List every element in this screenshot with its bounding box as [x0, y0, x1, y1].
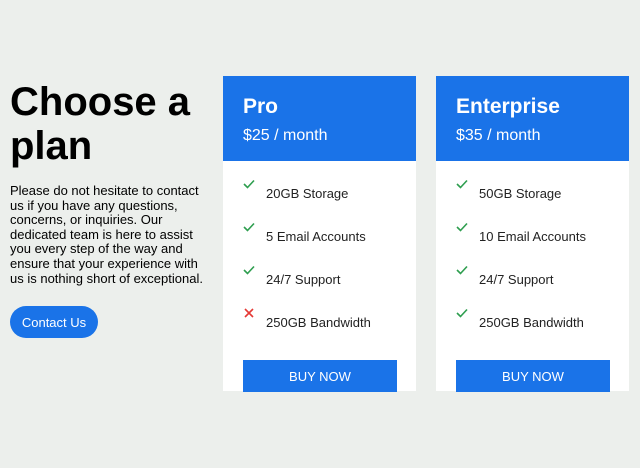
feature-item: 250GB Bandwidth [436, 290, 629, 333]
plan-card-pro: Pro $25 / month 20GB Storage 5 Email Acc… [223, 76, 416, 392]
feature-item: 20GB Storage [223, 161, 416, 204]
check-icon [455, 177, 469, 191]
feature-label: 5 Email Accounts [266, 229, 366, 244]
check-icon [242, 263, 256, 277]
feature-item: 24/7 Support [436, 247, 629, 290]
intro-section: Choose a plan Please do not hesitate to … [10, 80, 210, 286]
plan-price: $25 / month [243, 127, 328, 144]
buy-now-button[interactable]: BUY NOW [243, 360, 397, 392]
feature-label: 20GB Storage [266, 186, 349, 201]
plan-price: $35 / month [456, 127, 541, 144]
plan-name: Enterprise [456, 95, 560, 118]
buy-now-button[interactable]: BUY NOW [456, 360, 610, 392]
check-icon [242, 177, 256, 191]
feature-label: 24/7 Support [479, 272, 554, 287]
feature-label: 50GB Storage [479, 186, 562, 201]
plan-card-enterprise: Enterprise $35 / month 50GB Storage 10 E… [436, 76, 629, 392]
feature-item: 50GB Storage [436, 161, 629, 204]
feature-list: 20GB Storage 5 Email Accounts 24/7 Suppo… [223, 161, 416, 333]
check-icon [455, 263, 469, 277]
feature-label: 250GB Bandwidth [266, 315, 371, 330]
plan-header: Enterprise $35 / month [436, 76, 629, 161]
feature-item: 5 Email Accounts [223, 204, 416, 247]
plan-name: Pro [243, 95, 279, 118]
feature-item: 24/7 Support [223, 247, 416, 290]
check-icon [455, 220, 469, 234]
contact-us-button[interactable]: Contact Us [10, 306, 98, 338]
feature-label: 10 Email Accounts [479, 229, 586, 244]
feature-item: 10 Email Accounts [436, 204, 629, 247]
plan-header: Pro $25 / month [223, 76, 416, 161]
feature-label: 24/7 Support [266, 272, 341, 287]
check-icon [242, 220, 256, 234]
check-icon [455, 306, 469, 320]
intro-description: Please do not hesitate to contact us if … [10, 183, 203, 286]
page-title: Choose a plan [10, 80, 191, 168]
feature-list: 50GB Storage 10 Email Accounts 24/7 Supp… [436, 161, 629, 333]
cross-icon [242, 306, 256, 320]
feature-label: 250GB Bandwidth [479, 315, 584, 330]
feature-item: 250GB Bandwidth [223, 290, 416, 333]
